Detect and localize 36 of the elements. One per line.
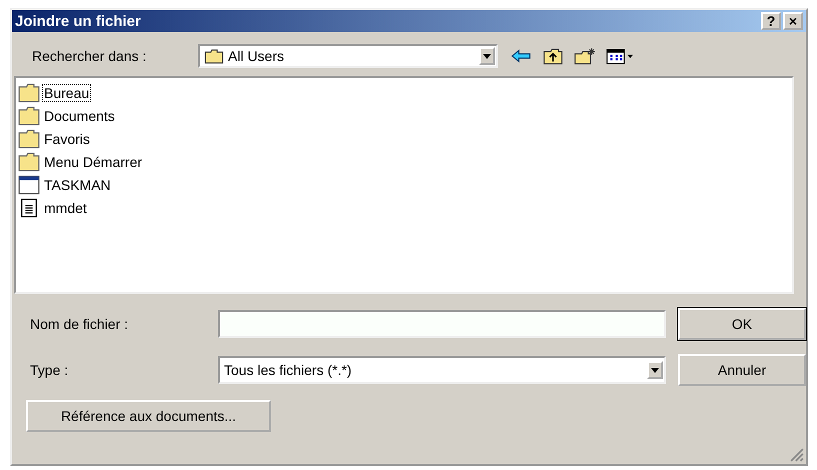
- file-item[interactable]: mmdet: [18, 196, 790, 219]
- document-reference-button[interactable]: Référence aux documents...: [26, 400, 271, 432]
- close-button[interactable]: ×: [783, 12, 803, 30]
- file-name: mmdet: [43, 198, 88, 216]
- file-name-label: Nom de fichier :: [30, 316, 130, 332]
- folder-icon: [204, 48, 224, 64]
- file-item[interactable]: Favoris: [18, 127, 790, 150]
- help-button[interactable]: ?: [761, 12, 781, 30]
- window-icon: [18, 174, 40, 194]
- new-folder-icon[interactable]: [574, 47, 596, 65]
- view-menu-icon[interactable]: [606, 47, 634, 65]
- folder-icon: [18, 152, 40, 172]
- folder-icon: [18, 106, 40, 126]
- up-folder-icon[interactable]: [542, 47, 564, 65]
- file-item[interactable]: Menu Démarrer: [18, 150, 790, 173]
- folder-icon: [18, 82, 40, 102]
- ok-button[interactable]: OK: [678, 308, 806, 340]
- file-item[interactable]: Bureau: [18, 81, 790, 104]
- file-item[interactable]: TASKMAN: [18, 173, 790, 196]
- cancel-button[interactable]: Annuler: [678, 354, 806, 386]
- folder-icon: [18, 128, 40, 148]
- file-item[interactable]: Documents: [18, 104, 790, 127]
- window-title: Joindre un fichier: [15, 12, 142, 30]
- file-name: Favoris: [43, 130, 91, 148]
- resize-grip-icon: [790, 448, 804, 462]
- look-in-dropdown[interactable]: All Users: [198, 44, 498, 68]
- file-name: Menu Démarrer: [43, 152, 144, 170]
- look-in-label: Rechercher dans :: [32, 48, 148, 64]
- file-name: Documents: [43, 106, 116, 124]
- file-name: Bureau: [42, 84, 92, 102]
- text-file-icon: [18, 198, 40, 218]
- file-name: TASKMAN: [43, 176, 112, 194]
- type-label: Type :: [30, 362, 70, 378]
- file-name-field[interactable]: [218, 310, 666, 338]
- back-arrow-icon[interactable]: [510, 47, 532, 65]
- file-type-dropdown[interactable]: Tous les fichiers (*.*): [218, 356, 666, 384]
